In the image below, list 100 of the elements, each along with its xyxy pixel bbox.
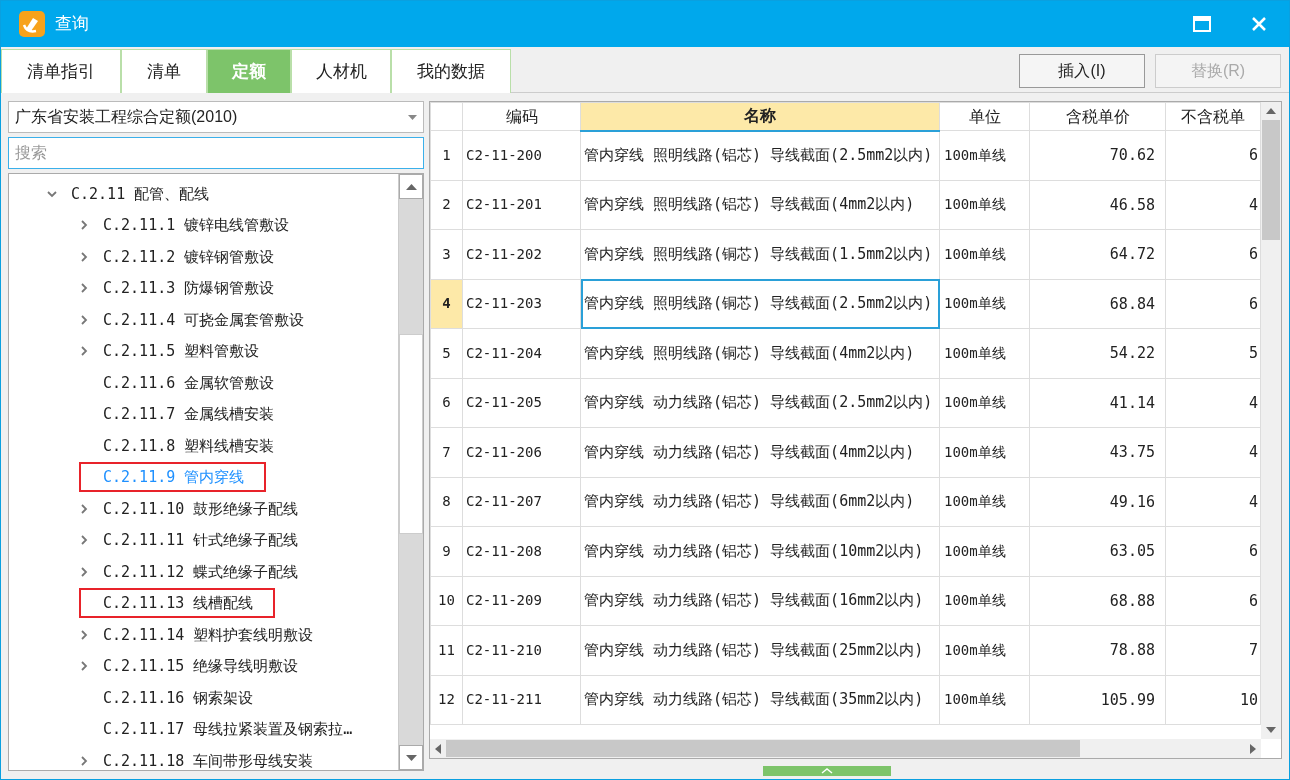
table-cell: 6 — [1165, 130, 1261, 180]
table-cell: C2-11-205 — [462, 378, 581, 428]
table-cell: C2-11-208 — [462, 526, 581, 576]
tree-item[interactable]: C.2.11.3 防爆钢管敷设 — [103, 277, 275, 300]
chevron-right-icon[interactable] — [79, 755, 89, 766]
table-cell: 100m单线 — [939, 625, 1030, 675]
tab[interactable]: 人材机 — [291, 49, 391, 93]
chevron-right-icon[interactable] — [79, 283, 89, 294]
tree-item[interactable]: C.2.11.16 钢索架设 — [103, 686, 254, 709]
tree-item[interactable]: C.2.11.8 塑料线槽安装 — [103, 434, 275, 457]
column-header[interactable]: 含税单价 — [1029, 102, 1166, 131]
table-cell: 7 — [1165, 625, 1261, 675]
close-icon[interactable] — [1251, 16, 1267, 32]
tree-item[interactable]: C.2.11 配管、配线 — [71, 182, 210, 205]
row-number: 5 — [430, 328, 463, 378]
column-header[interactable]: 名称 — [580, 102, 940, 131]
table-cell: 5 — [1165, 328, 1261, 378]
chevron-right-icon[interactable] — [79, 535, 89, 546]
column-header[interactable]: 不含税单 — [1165, 102, 1261, 131]
tree-item[interactable]: C.2.11.11 针式绝缘子配线 — [103, 529, 299, 552]
column-header[interactable]: 编码 — [462, 102, 581, 131]
table-cell: 管内穿线 动力线路(铝芯) 导线截面(2.5mm2以内) — [580, 378, 940, 428]
row-number: 3 — [430, 229, 463, 279]
table-cell: 管内穿线 动力线路(铝芯) 导线截面(6mm2以内) — [580, 477, 940, 527]
tree-item[interactable]: C.2.11.7 金属线槽安装 — [103, 403, 275, 426]
row-number: 6 — [430, 378, 463, 428]
row-number: 1 — [430, 130, 463, 180]
row-number: 12 — [430, 675, 463, 725]
table-cell: 100m单线 — [939, 427, 1030, 477]
tab[interactable]: 清单 — [121, 49, 207, 93]
table-cell: 100m单线 — [939, 526, 1030, 576]
maximize-icon[interactable] — [1193, 16, 1211, 32]
dropdown-caret-icon — [408, 114, 417, 120]
scroll-up-icon[interactable] — [405, 183, 417, 190]
tree-item[interactable]: C.2.11.14 塑料护套线明敷设 — [103, 623, 314, 646]
table-cell: 管内穿线 动力线路(铝芯) 导线截面(16mm2以内) — [580, 576, 940, 626]
table-cell: 49.16 — [1029, 477, 1166, 527]
table-cell: 100m单线 — [939, 378, 1030, 428]
chevron-right-icon[interactable] — [79, 503, 89, 514]
window-title: 查询 — [55, 13, 89, 36]
tree-item[interactable]: C.2.11.13 线槽配线 — [103, 592, 254, 615]
row-number: 8 — [430, 477, 463, 527]
chevron-right-icon[interactable] — [79, 346, 89, 357]
table-cell: 4 — [1165, 477, 1261, 527]
search-field[interactable]: 搜索 — [8, 137, 424, 169]
tree-item[interactable]: C.2.11.18 车间带形母线安装 — [103, 749, 314, 770]
chevron-down-icon[interactable] — [47, 188, 57, 199]
chevron-right-icon[interactable] — [79, 566, 89, 577]
scrollbar-thumb[interactable] — [1262, 120, 1280, 240]
splitter-handle[interactable] — [763, 766, 891, 776]
table-cell: 管内穿线 动力线路(铝芯) 导线截面(35mm2以内) — [580, 675, 940, 725]
column-header[interactable]: 单位 — [939, 102, 1030, 131]
table-cell: 100m单线 — [939, 279, 1030, 329]
table-cell: 68.84 — [1029, 279, 1166, 329]
horizontal-scrollbar[interactable] — [430, 739, 1261, 758]
chevron-right-icon[interactable] — [79, 661, 89, 672]
table-cell: 105.99 — [1029, 675, 1166, 725]
table-cell: 64.72 — [1029, 229, 1166, 279]
tree-item[interactable]: C.2.11.5 塑料管敷设 — [103, 340, 260, 363]
row-number: 7 — [430, 427, 463, 477]
vertical-scrollbar[interactable] — [1261, 102, 1281, 739]
tree-item[interactable]: C.2.11.1 镀锌电线管敷设 — [103, 214, 290, 237]
table-cell: C2-11-206 — [462, 427, 581, 477]
table-cell: 管内穿线 照明线路(铜芯) 导线截面(4mm2以内) — [580, 328, 940, 378]
tree-item[interactable]: C.2.11.17 母线拉紧装置及钢索拉… — [103, 718, 353, 741]
tree-item[interactable]: C.2.11.4 可挠金属套管敷设 — [103, 308, 305, 331]
table-cell: 100m单线 — [939, 180, 1030, 230]
table-cell: 管内穿线 动力线路(铝芯) 导线截面(25mm2以内) — [580, 625, 940, 675]
chevron-right-icon[interactable] — [79, 629, 89, 640]
tree-item[interactable]: C.2.11.2 镀锌钢管敷设 — [103, 245, 275, 268]
table-cell: 管内穿线 动力线路(铝芯) 导线截面(4mm2以内) — [580, 427, 940, 477]
tab[interactable]: 我的数据 — [391, 49, 511, 93]
vertical-scrollbar[interactable] — [398, 174, 423, 770]
table-cell: 63.05 — [1029, 526, 1166, 576]
chevron-right-icon[interactable] — [79, 314, 89, 325]
table-cell: C2-11-211 — [462, 675, 581, 725]
table-cell: 100m单线 — [939, 576, 1030, 626]
table-cell: 6 — [1165, 576, 1261, 626]
tree-item[interactable]: C.2.11.6 金属软管敷设 — [103, 371, 275, 394]
tree-item[interactable]: C.2.11.12 蝶式绝缘子配线 — [103, 560, 299, 583]
table-cell: 41.14 — [1029, 378, 1166, 428]
row-number: 11 — [430, 625, 463, 675]
table-cell: 78.88 — [1029, 625, 1166, 675]
chevron-right-icon[interactable] — [79, 220, 89, 231]
table-cell: 4 — [1165, 427, 1261, 477]
scroll-down-icon[interactable] — [405, 754, 417, 761]
table-cell: 6 — [1165, 229, 1261, 279]
chevron-right-icon[interactable] — [79, 251, 89, 262]
table-cell: C2-11-209 — [462, 576, 581, 626]
tree-item[interactable]: C.2.11.15 绝缘导线明敷设 — [103, 655, 299, 678]
table-cell: 100m单线 — [939, 130, 1030, 180]
table-cell: C2-11-201 — [462, 180, 581, 230]
row-number: 2 — [430, 180, 463, 230]
tab[interactable]: 清单指引 — [1, 49, 121, 93]
table-cell: 43.75 — [1029, 427, 1166, 477]
scrollbar-thumb[interactable] — [446, 740, 1080, 757]
toolbar-button[interactable]: 插入(I) — [1019, 54, 1145, 88]
scrollbar-thumb[interactable] — [399, 334, 423, 534]
tree-item[interactable]: C.2.11.10 鼓形绝缘子配线 — [103, 497, 299, 520]
library-dropdown[interactable]: 广东省安装工程综合定额(2010) — [8, 101, 424, 133]
